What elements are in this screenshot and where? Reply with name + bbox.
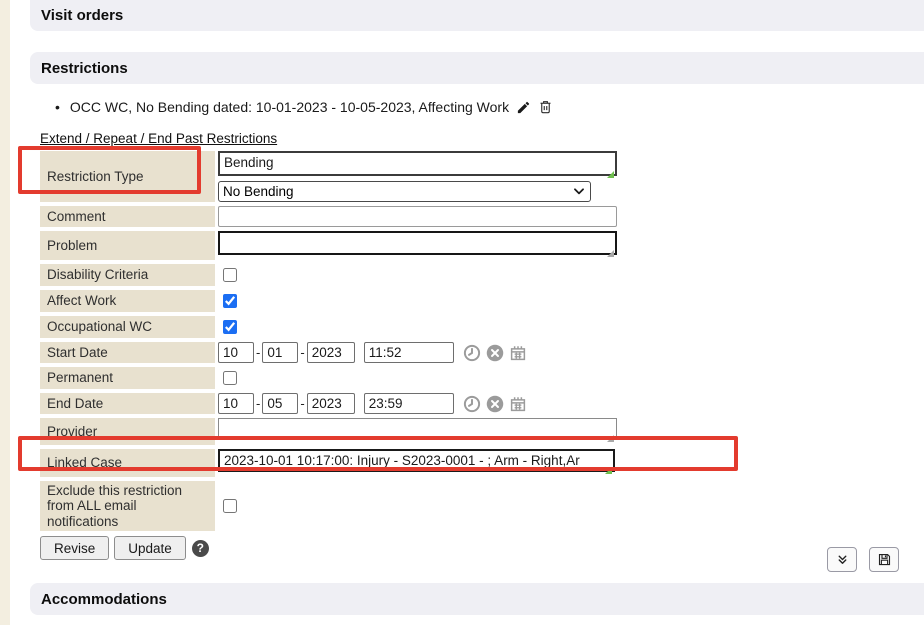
start-month-input[interactable] [218, 342, 254, 363]
affect-work-label: Affect Work [40, 290, 215, 312]
end-date-label: End Date [40, 393, 215, 414]
clock-icon[interactable] [463, 395, 481, 413]
exclude-email-label: Exclude this restriction from ALL email … [40, 481, 215, 531]
calendar-icon[interactable] [509, 344, 527, 362]
form-row-disability-criteria: Disability Criteria [40, 264, 640, 286]
problem-input[interactable] [218, 231, 617, 255]
save-icon [877, 552, 892, 567]
start-day-input[interactable] [262, 342, 298, 363]
section-title: Accommodations [41, 591, 167, 608]
date-separator: - [300, 396, 304, 411]
save-button[interactable] [869, 547, 899, 572]
restriction-type-value-field[interactable]: Bending [218, 151, 617, 176]
form-row-restriction-type: Restriction Type Bending No Bending [40, 151, 640, 202]
extend-repeat-end-link[interactable]: Extend / Repeat / End Past Restrictions [40, 131, 277, 146]
date-separator: - [256, 345, 260, 360]
form-row-end-date: End Date - - [40, 393, 640, 414]
clock-icon[interactable] [463, 344, 481, 362]
trash-icon[interactable] [538, 99, 553, 115]
linked-case-label: Linked Case [40, 449, 215, 477]
collapse-section-button[interactable] [827, 547, 857, 572]
start-year-input[interactable] [307, 342, 355, 363]
date-separator: - [256, 396, 260, 411]
end-year-input[interactable] [307, 393, 355, 414]
comment-input[interactable] [218, 206, 617, 227]
section-header-accommodations: Accommodations [30, 583, 924, 615]
form-row-provider: Provider [40, 418, 640, 445]
form-row-linked-case: Linked Case 2023-10-01 10:17:00: Injury … [40, 449, 640, 477]
start-time-input[interactable] [364, 342, 454, 363]
content-panel: Visit orders Restrictions • OCC WC, No B… [10, 0, 924, 625]
restriction-form: Restriction Type Bending No Bending Comm… [40, 151, 640, 560]
bullet-marker: • [55, 99, 60, 115]
restriction-list-item: • OCC WC, No Bending dated: 10-01-2023 -… [55, 99, 553, 115]
end-time-input[interactable] [364, 393, 454, 414]
comment-label: Comment [40, 206, 215, 227]
problem-label: Problem [40, 231, 215, 260]
disability-criteria-label: Disability Criteria [40, 264, 215, 286]
disability-criteria-checkbox[interactable] [223, 268, 237, 282]
form-row-occupational-wc: Occupational WC [40, 316, 640, 338]
clear-date-icon[interactable] [486, 395, 504, 413]
occupational-wc-label: Occupational WC [40, 316, 215, 338]
date-separator: - [300, 345, 304, 360]
occupational-wc-checkbox[interactable] [223, 320, 237, 334]
form-row-exclude-email: Exclude this restriction from ALL email … [40, 481, 640, 531]
provider-input[interactable] [218, 418, 617, 440]
double-chevron-down-icon [836, 553, 849, 566]
edit-icon[interactable] [516, 100, 531, 115]
section-title: Visit orders [41, 7, 123, 24]
section-title: Restrictions [41, 60, 128, 77]
start-date-label: Start Date [40, 342, 215, 363]
help-icon[interactable]: ? [192, 540, 209, 557]
form-row-start-date: Start Date - - [40, 342, 640, 363]
corner-buttons [827, 547, 899, 572]
linked-case-input[interactable]: 2023-10-01 10:17:00: Injury - S2023-0001… [218, 449, 615, 472]
form-row-affect-work: Affect Work [40, 290, 640, 312]
restriction-type-label: Restriction Type [40, 151, 215, 202]
form-row-problem: Problem [40, 231, 640, 260]
form-buttons-row: Revise Update ? [40, 536, 640, 560]
form-row-comment: Comment [40, 206, 640, 227]
restriction-type-select[interactable]: No Bending [218, 181, 591, 202]
provider-label: Provider [40, 418, 215, 445]
permanent-checkbox[interactable] [223, 371, 237, 385]
end-day-input[interactable] [262, 393, 298, 414]
calendar-icon[interactable] [509, 395, 527, 413]
revise-button[interactable]: Revise [40, 536, 109, 560]
form-row-permanent: Permanent [40, 367, 640, 389]
exclude-email-checkbox[interactable] [223, 499, 237, 513]
update-button[interactable]: Update [114, 536, 186, 560]
restriction-item-text: OCC WC, No Bending dated: 10-01-2023 - 1… [70, 99, 509, 115]
section-header-restrictions: Restrictions [30, 52, 924, 84]
section-header-visit-orders: Visit orders [30, 0, 924, 31]
affect-work-checkbox[interactable] [223, 294, 237, 308]
permanent-label: Permanent [40, 367, 215, 389]
end-month-input[interactable] [218, 393, 254, 414]
clear-date-icon[interactable] [486, 344, 504, 362]
